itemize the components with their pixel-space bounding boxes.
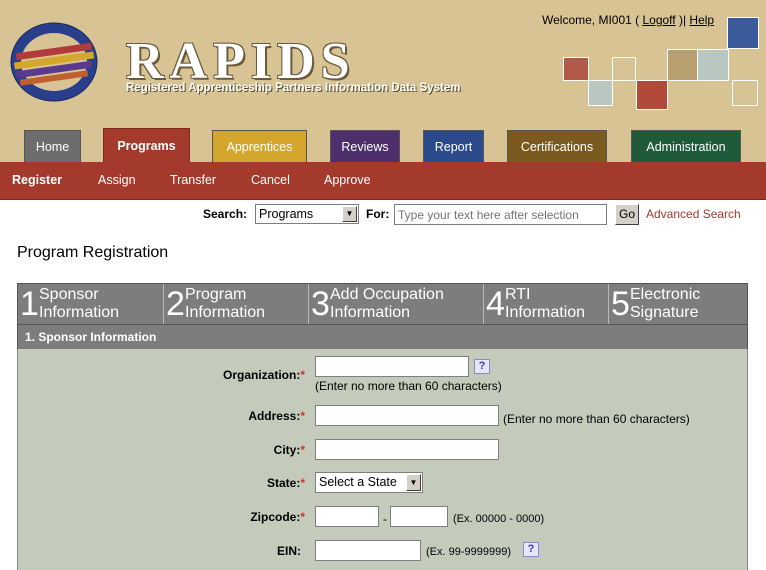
decorative-square	[588, 80, 613, 106]
main-tab-bar: Home Programs Apprentices Reviews Report…	[0, 128, 766, 162]
chevron-down-icon[interactable]: ▼	[342, 206, 357, 222]
sponsor-information-form: Organization:* ? (Enter no more than 60 …	[17, 349, 748, 570]
chevron-down-icon[interactable]: ▼	[406, 474, 421, 491]
organization-hint: (Enter no more than 60 characters)	[315, 379, 502, 393]
address-field[interactable]	[315, 405, 499, 426]
step-label: RTI Information	[505, 286, 586, 321]
city-field[interactable]	[315, 439, 499, 460]
step-number: 3	[311, 285, 330, 323]
subnav-cancel[interactable]: Cancel	[251, 162, 290, 199]
section-header: 1. Sponsor Information	[17, 325, 748, 349]
wizard-steps: 1 Sponsor Information 2 Program Informatio…	[17, 283, 748, 325]
zipcode-dash: -	[383, 512, 387, 526]
help-icon[interactable]: ?	[474, 359, 490, 374]
search-input[interactable]	[394, 204, 607, 225]
subnav-register[interactable]: Register	[12, 162, 62, 199]
welcome-bar: Welcome, MI001 ( Logoff )| Help	[542, 13, 714, 27]
help-link[interactable]: Help	[689, 13, 714, 27]
step-program-information[interactable]: 2 Program Information	[164, 284, 309, 324]
address-label: Address:*	[248, 409, 305, 423]
rapids-logo-title: RAPIDS	[126, 33, 356, 90]
tab-report[interactable]: Report	[423, 130, 484, 162]
decorative-square	[612, 57, 636, 81]
step-label: Add Occupation Information	[330, 286, 444, 321]
decorative-square	[727, 17, 759, 49]
ein-label: EIN:	[277, 544, 301, 558]
step-label: Program Information	[185, 286, 266, 321]
step-sponsor-information[interactable]: 1 Sponsor Information	[18, 284, 164, 324]
decorative-square	[697, 49, 729, 81]
subnav-approve[interactable]: Approve	[324, 162, 371, 199]
decorative-square	[667, 49, 698, 81]
zipcode-extension-field[interactable]	[390, 506, 448, 527]
step-number: 2	[166, 285, 185, 323]
search-bar: Search: Programs ▼ For: Go Advanced Sear…	[0, 203, 766, 227]
decorative-square	[563, 57, 589, 81]
city-label: City:*	[273, 443, 305, 457]
subnav-transfer[interactable]: Transfer	[170, 162, 216, 199]
page-title: Program Registration	[17, 244, 169, 261]
ein-hint: (Ex. 99-9999999)	[426, 546, 511, 558]
search-category-select[interactable]: Programs ▼	[255, 204, 359, 224]
organization-field[interactable]	[315, 356, 469, 377]
subnav-assign[interactable]: Assign	[98, 162, 136, 199]
ein-field[interactable]	[315, 540, 421, 561]
welcome-text: Welcome, MI001 (	[542, 13, 643, 27]
rapids-logo-subtitle: Registered Apprenticeship Partners Infor…	[126, 82, 461, 94]
zipcode-label: Zipcode:*	[250, 510, 305, 524]
logoff-link[interactable]: Logoff	[642, 13, 675, 27]
tab-administration[interactable]: Administration	[631, 130, 741, 162]
search-label: Search:	[203, 207, 248, 221]
zipcode-hint: (Ex. 00000 - 0000)	[453, 513, 545, 525]
sub-navigation-bar: Register Assign Transfer Cancel Approve	[0, 162, 766, 200]
address-hint: (Enter no more than 60 characters)	[503, 412, 690, 426]
search-go-button[interactable]: Go	[615, 204, 639, 225]
step-number: 5	[611, 285, 630, 323]
decorative-square	[732, 80, 758, 106]
state-label: State:*	[266, 476, 305, 490]
tab-home[interactable]: Home	[24, 130, 81, 162]
organization-label: Organization:*	[222, 368, 305, 382]
welcome-separator: )|	[675, 13, 690, 27]
state-select[interactable]: Select a State ▼	[315, 472, 423, 493]
step-electronic-signature[interactable]: 5 Electronic Signature	[609, 284, 747, 324]
tab-apprentices[interactable]: Apprentices	[212, 130, 307, 162]
step-add-occupation-information[interactable]: 3 Add Occupation Information	[309, 284, 484, 324]
tab-programs[interactable]: Programs	[103, 128, 190, 162]
step-label: Electronic Signature	[630, 286, 701, 321]
search-category-value: Programs	[259, 207, 314, 221]
state-select-value: Select a State	[319, 475, 397, 489]
step-number: 1	[20, 285, 39, 323]
decorative-square	[636, 80, 668, 110]
step-rti-information[interactable]: 4 RTI Information	[484, 284, 609, 324]
registered-apprenticeship-badge-icon	[10, 22, 98, 102]
step-number: 4	[486, 285, 505, 323]
tab-reviews[interactable]: Reviews	[330, 130, 400, 162]
tab-certifications[interactable]: Certifications	[507, 130, 607, 162]
step-label: Sponsor Information	[39, 286, 120, 321]
for-label: For:	[366, 207, 390, 221]
header-banner: RAPIDS Registered Apprenticeship Partner…	[0, 0, 766, 163]
advanced-search-link[interactable]: Advanced Search	[646, 207, 741, 221]
zipcode-field[interactable]	[315, 506, 379, 527]
help-icon[interactable]: ?	[523, 542, 539, 557]
